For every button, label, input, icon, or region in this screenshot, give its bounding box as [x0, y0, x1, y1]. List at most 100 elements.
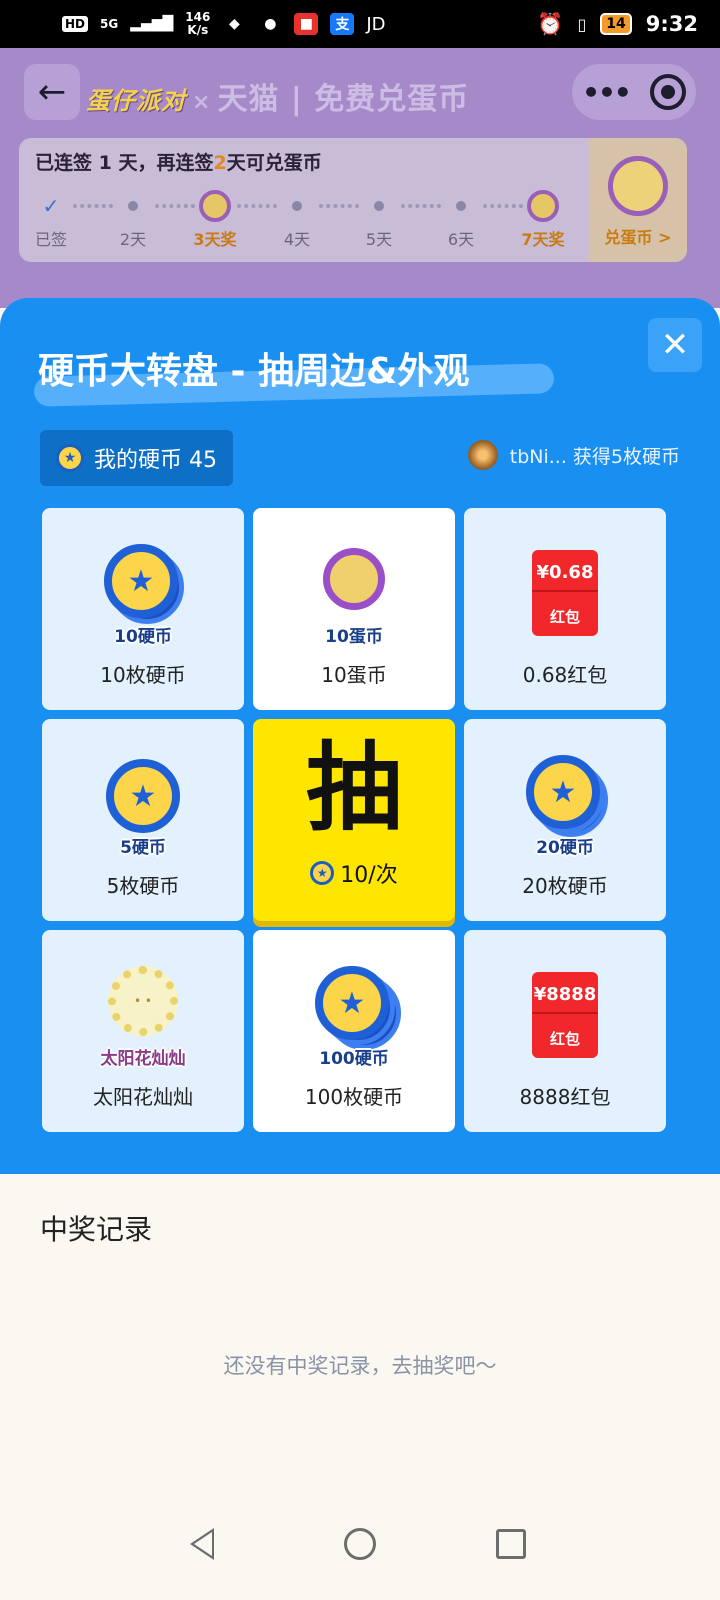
- red-packet-amount: ¥0.68: [536, 562, 594, 583]
- day-3-reward: 3天奖: [185, 188, 245, 250]
- records-empty-state: 还没有中奖记录，去抽奖吧～: [223, 1354, 497, 1378]
- red-packet-icon: ¥8888 红包: [532, 972, 598, 1058]
- status-bar: HD 5G ▂▄▆█ 146 K/s ◆ ● ■ 支 JD ⏰ ▯ 14 9:3…: [0, 0, 720, 48]
- prize-badge: 5硬币: [120, 838, 166, 858]
- records-title: 中奖记录: [40, 1213, 153, 1246]
- prize-name: 0.68红包: [522, 663, 608, 687]
- speed-unit: K/s: [187, 23, 209, 37]
- day-label: 7天奖: [521, 230, 565, 249]
- sunflower-icon: • •: [108, 966, 178, 1036]
- day-signed: ✓ 已签: [21, 188, 81, 250]
- winner-ticker: tbNi... 获得5枚硬币: [467, 440, 680, 470]
- star-icon: ★: [63, 450, 77, 466]
- alarm-icon: ⏰: [537, 11, 564, 36]
- prize-image: 10蛋币: [253, 544, 455, 647]
- dot-icon: [456, 201, 466, 211]
- prize-name: 太阳花灿灿: [93, 1085, 193, 1109]
- day-7-reward: 7天奖: [513, 188, 573, 250]
- star-icon: ★: [338, 985, 366, 1021]
- close-icon: ✕: [660, 325, 690, 365]
- coin-stack-icon: ★: [100, 755, 186, 841]
- winning-records: 中奖记录 还没有中奖记录，去抽奖吧～: [0, 1174, 720, 1494]
- day-5: 5天: [349, 188, 409, 250]
- nav-recents-icon[interactable]: [496, 1529, 526, 1559]
- day-label: 6天: [447, 230, 475, 249]
- prize-red-packet-8888: ¥8888 红包 8888红包: [464, 930, 666, 1132]
- more-icon[interactable]: •••: [582, 76, 632, 109]
- nav-home-icon[interactable]: [344, 1528, 376, 1560]
- draw-label: 抽: [306, 732, 402, 844]
- mini-program-menu: •••: [572, 64, 696, 120]
- prize-name: 10蛋币: [321, 663, 387, 687]
- prize-badge: 20硬币: [536, 838, 594, 858]
- day-label: 4天: [283, 230, 311, 249]
- day-label: 2天: [119, 230, 147, 249]
- prize-name: 10枚硬币: [100, 663, 186, 687]
- modal-title: 硬币大转盘 - 抽周边&外观: [38, 351, 470, 392]
- red-packet-amount: ¥8888: [533, 984, 597, 1005]
- prize-image: ★ 100硬币: [253, 966, 455, 1069]
- lottery-modal: 硬币大转盘 - 抽周边&外观 ✕ ★ 我的硬币 45 tbNi... 获得5枚硬…: [0, 298, 720, 1174]
- coin-icon: ★: [56, 444, 84, 472]
- my-coins-badge: ★ 我的硬币 45: [40, 430, 233, 486]
- brand-header: 蛋仔派对 × 天猫 | 免费兑蛋币: [86, 74, 469, 118]
- day-label: 已签: [34, 230, 67, 249]
- prize-image: ¥0.68 红包: [464, 544, 666, 644]
- coin-stack-icon: ★: [522, 755, 608, 841]
- egg-coin-icon: [608, 156, 668, 216]
- day-6: 6天: [431, 188, 491, 250]
- winner-text: tbNi... 获得5枚硬币: [509, 445, 680, 468]
- sign-title-highlight: 2: [213, 152, 227, 174]
- signal-icon: ▂▄▆█: [130, 16, 174, 32]
- nav-back-icon[interactable]: [190, 1528, 214, 1560]
- prize-20-coins: ★ 20硬币 20枚硬币: [464, 719, 666, 921]
- app-icon: ■: [294, 13, 319, 35]
- draw-button[interactable]: 抽 ★ 10/次: [253, 719, 455, 921]
- wechat-icon: ●: [264, 16, 277, 32]
- dot-icon: [128, 201, 138, 211]
- qq-icon: ◆: [228, 16, 240, 32]
- background-page: ← 蛋仔派对 × 天猫 | 免费兑蛋币 ••• 已连签 1 天，再连签2天可兑蛋币 …: [0, 48, 720, 352]
- coin-stack-icon: ★: [100, 544, 186, 630]
- prize-badge: 10蛋币: [325, 627, 383, 647]
- jd-icon: JD: [366, 13, 386, 35]
- system-nav-bar: [0, 1494, 720, 1600]
- red-packet-label: 红包: [549, 608, 580, 626]
- exchange-label: 兑蛋币 >: [604, 228, 672, 247]
- prize-sunflower-skin: • • 太阳花灿灿 太阳花灿灿: [42, 930, 244, 1132]
- sign-in-title: 已连签 1 天，再连签2天可兑蛋币: [35, 148, 322, 175]
- egg-coin-icon: [323, 548, 385, 610]
- hd-indicator: HD: [62, 16, 89, 32]
- exchange-egg-coin-button[interactable]: 兑蛋币 >: [589, 138, 687, 262]
- sign-title-prefix: 已连签 1 天，再连签: [35, 152, 214, 174]
- avatar: [467, 440, 498, 470]
- battery-level: 14: [606, 16, 626, 32]
- speed-value: 146: [185, 10, 211, 24]
- prize-name: 5枚硬币: [106, 874, 180, 898]
- back-button[interactable]: ←: [24, 64, 80, 120]
- check-icon: ✓: [42, 194, 60, 218]
- coin-icon: ★: [310, 861, 335, 885]
- prize-badge: 100硬币: [319, 1049, 389, 1069]
- prize-image: ★ 20硬币: [464, 755, 666, 858]
- prize-grid: ★ 10硬币 10枚硬币 10蛋币 10蛋币 ¥0.68 红包 0.68红包 ★…: [42, 508, 678, 1132]
- prize-10-egg-coins: 10蛋币 10蛋币: [253, 508, 455, 710]
- star-icon: ★: [129, 778, 157, 814]
- prize-10-coins: ★ 10硬币 10枚硬币: [42, 508, 244, 710]
- prize-name: 100枚硬币: [304, 1085, 404, 1109]
- star-icon: ★: [316, 866, 328, 880]
- network-indicator: 5G: [100, 17, 119, 31]
- egg-medal-icon: [527, 190, 559, 222]
- egg-medal-icon: [199, 190, 231, 222]
- day-label: 5天: [365, 230, 393, 249]
- dot-icon: [292, 201, 302, 211]
- close-button[interactable]: ✕: [648, 318, 702, 372]
- vibrate-icon: ▯: [577, 14, 587, 34]
- prize-badge: 10硬币: [114, 627, 172, 647]
- sign-in-card: 已连签 1 天，再连签2天可兑蛋币 ✓ 已签 2天 3天奖 4天 5天 6天 7天…: [19, 138, 687, 262]
- prize-name: 8888红包: [519, 1085, 611, 1109]
- alipay-icon: 支: [330, 13, 355, 35]
- draw-cost-label: 10/次: [340, 863, 398, 888]
- prize-image: • • 太阳花灿灿: [42, 966, 244, 1069]
- close-miniprogram-icon[interactable]: [649, 74, 686, 110]
